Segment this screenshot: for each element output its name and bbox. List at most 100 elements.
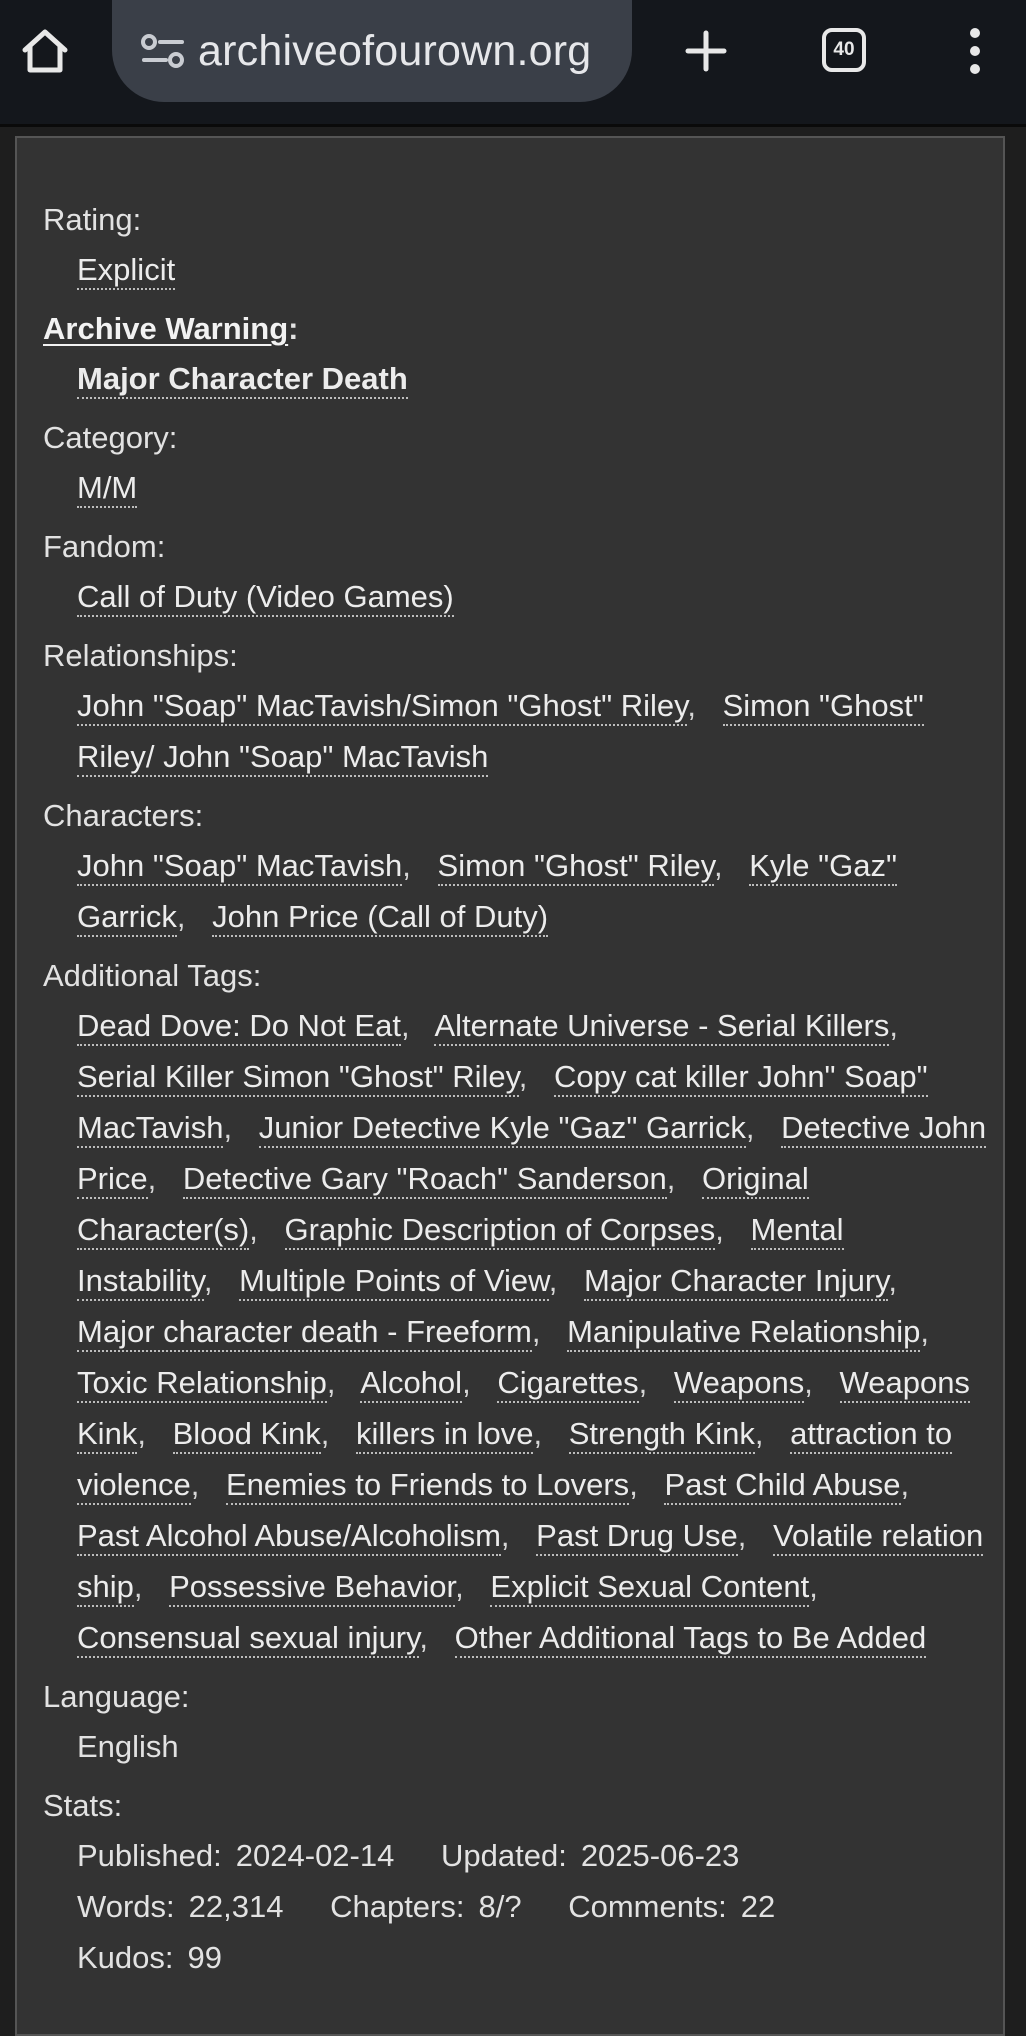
tag-link[interactable]: Simon "Ghost" Riley bbox=[437, 848, 714, 886]
tab-switcher-icon: 40 bbox=[822, 28, 866, 72]
relationship-tags: John "Soap" MacTavish/Simon "Ghost" Rile… bbox=[77, 680, 989, 782]
tag-separator: , bbox=[548, 1263, 558, 1298]
relationships-label: Relationships: bbox=[43, 638, 238, 673]
tag-separator: , bbox=[203, 1263, 213, 1298]
tag-link[interactable]: Cigarettes bbox=[497, 1365, 639, 1403]
tag-link[interactable]: Multiple Points of View bbox=[239, 1263, 549, 1301]
kudos-label: Kudos: bbox=[77, 1940, 174, 1975]
tab-count: 40 bbox=[833, 39, 855, 60]
tab-switcher-button[interactable]: 40 bbox=[816, 22, 872, 78]
tag-separator: , bbox=[147, 1161, 157, 1196]
published-label: Published: bbox=[77, 1838, 222, 1873]
tag-separator: , bbox=[326, 1365, 336, 1400]
tag-link[interactable]: Enemies to Friends to Lovers bbox=[226, 1467, 630, 1505]
tag-link[interactable]: Alcohol bbox=[360, 1365, 463, 1403]
characters-label: Characters: bbox=[43, 798, 204, 833]
tag-link[interactable]: Toxic Relationship bbox=[77, 1365, 327, 1403]
tag-link[interactable]: Weapons bbox=[673, 1365, 805, 1403]
published-value: 2024-02-14 bbox=[235, 1838, 395, 1873]
tag-link[interactable]: Dead Dove: Do Not Eat bbox=[77, 1008, 401, 1046]
tag-link[interactable]: killers in love bbox=[356, 1416, 534, 1454]
tag-separator: , bbox=[629, 1467, 638, 1502]
tune-icon[interactable] bbox=[138, 31, 188, 71]
tag-separator: , bbox=[176, 899, 186, 934]
category-tags: M/M bbox=[77, 462, 989, 513]
tag-separator: , bbox=[137, 1416, 146, 1451]
tag-link[interactable]: Explicit Sexual Content bbox=[490, 1569, 810, 1607]
tag-separator: , bbox=[320, 1416, 330, 1451]
stats: Published: 2024-02-14 Updated: 2025-06-23 … bbox=[77, 1830, 989, 1983]
tag-link[interactable]: Past Alcohol Abuse/Alcoholism bbox=[77, 1518, 501, 1556]
fandom-tag[interactable]: Call of Duty (Video Games) bbox=[77, 579, 454, 617]
tag-link[interactable]: Detective Gary "Roach" Sanderson bbox=[182, 1161, 667, 1199]
tag-link[interactable]: John "Soap" MacTavish/Simon "Ghost" Rile… bbox=[77, 688, 688, 726]
tag-separator: , bbox=[745, 1110, 755, 1145]
url-text[interactable]: archiveofourown.org bbox=[198, 27, 591, 76]
tag-separator: , bbox=[249, 1212, 258, 1247]
tag-link[interactable]: John "Soap" MacTavish bbox=[77, 848, 403, 886]
rating-tag[interactable]: Explicit bbox=[77, 252, 176, 290]
tag-separator: , bbox=[809, 1569, 818, 1604]
tag-link[interactable]: Consensual sexual injury bbox=[77, 1620, 420, 1658]
category-label: Category: bbox=[43, 420, 178, 455]
tag-separator: , bbox=[754, 1416, 764, 1451]
home-button[interactable] bbox=[14, 20, 76, 82]
tag-link[interactable]: Junior Detective Kyle "Gaz" Garrick bbox=[258, 1110, 746, 1148]
tag-separator: , bbox=[531, 1314, 541, 1349]
tag-separator: , bbox=[500, 1518, 510, 1553]
tag-link[interactable]: Other Additional Tags to Be Added bbox=[454, 1620, 927, 1658]
language-label: Language: bbox=[43, 1679, 190, 1714]
tag-separator: , bbox=[402, 848, 411, 883]
tag-link[interactable]: Possessive Behavior bbox=[169, 1569, 456, 1607]
category-tag[interactable]: M/M bbox=[77, 470, 138, 508]
language-value: English bbox=[77, 1729, 179, 1764]
tag-link[interactable]: Major character death - Freeform bbox=[77, 1314, 532, 1352]
tag-separator: , bbox=[462, 1365, 471, 1400]
tag-separator: , bbox=[419, 1620, 428, 1655]
tag-separator: , bbox=[804, 1365, 813, 1400]
work-meta-panel: Rating: Explicit Archive Warning: Major … bbox=[15, 136, 1005, 2036]
tag-separator: , bbox=[920, 1314, 929, 1349]
archive-warning-link[interactable]: Archive Warning bbox=[43, 311, 288, 346]
tag-link[interactable]: Major Character Injury bbox=[584, 1263, 889, 1301]
tag-link[interactable]: Past Child Abuse bbox=[664, 1467, 901, 1505]
more-vert-icon[interactable] bbox=[950, 20, 1000, 82]
chapters-label: Chapters: bbox=[330, 1889, 465, 1924]
tag-link[interactable]: Manipulative Relationship bbox=[567, 1314, 921, 1352]
tag-separator: , bbox=[737, 1518, 747, 1553]
words-label: Words: bbox=[77, 1889, 175, 1924]
plus-icon bbox=[685, 30, 727, 72]
address-bar[interactable]: archiveofourown.org bbox=[112, 0, 632, 102]
kudos-value: 99 bbox=[187, 1940, 222, 1975]
tag-link[interactable]: Alternate Universe - Serial Killers bbox=[434, 1008, 890, 1046]
tag-separator: , bbox=[715, 1212, 724, 1247]
updated-value: 2025-06-23 bbox=[580, 1838, 740, 1873]
tag-link[interactable]: Graphic Description of Corpses bbox=[284, 1212, 716, 1250]
tag-link[interactable]: Blood Kink bbox=[172, 1416, 321, 1454]
tag-link[interactable]: Serial Killer Simon "Ghost" Riley bbox=[77, 1059, 519, 1097]
tag-link[interactable]: John Price (Call of Duty) bbox=[212, 899, 549, 937]
home-icon bbox=[22, 29, 68, 73]
fandom-tags: Call of Duty (Video Games) bbox=[77, 571, 989, 622]
tag-separator: , bbox=[190, 1467, 200, 1502]
character-tags: John "Soap" MacTavish, Simon "Ghost" Ril… bbox=[77, 840, 989, 942]
tag-separator: , bbox=[400, 1008, 410, 1043]
additional-tags-label: Additional Tags: bbox=[43, 958, 262, 993]
work-meta-list: Rating: Explicit Archive Warning: Major … bbox=[43, 200, 993, 1983]
tag-separator: , bbox=[133, 1569, 143, 1604]
additional-tags: Dead Dove: Do Not Eat, Alternate Univers… bbox=[77, 1000, 989, 1663]
tag-separator: , bbox=[687, 688, 696, 723]
tag-separator: , bbox=[638, 1365, 648, 1400]
tag-link[interactable]: Past Drug Use bbox=[536, 1518, 738, 1556]
comments-value: 22 bbox=[740, 1889, 776, 1924]
new-tab-button[interactable] bbox=[678, 20, 734, 82]
words-value: 22,314 bbox=[188, 1889, 284, 1924]
updated-label: Updated: bbox=[440, 1838, 567, 1873]
tag-separator: , bbox=[455, 1569, 464, 1604]
tag-separator: , bbox=[889, 1008, 898, 1043]
tag-separator: , bbox=[713, 848, 723, 883]
warning-tag[interactable]: Major Character Death bbox=[77, 361, 408, 399]
tag-link[interactable]: Strength Kink bbox=[568, 1416, 755, 1454]
comments-label: Comments: bbox=[568, 1889, 727, 1924]
warning-tags: Major Character Death bbox=[77, 353, 989, 404]
